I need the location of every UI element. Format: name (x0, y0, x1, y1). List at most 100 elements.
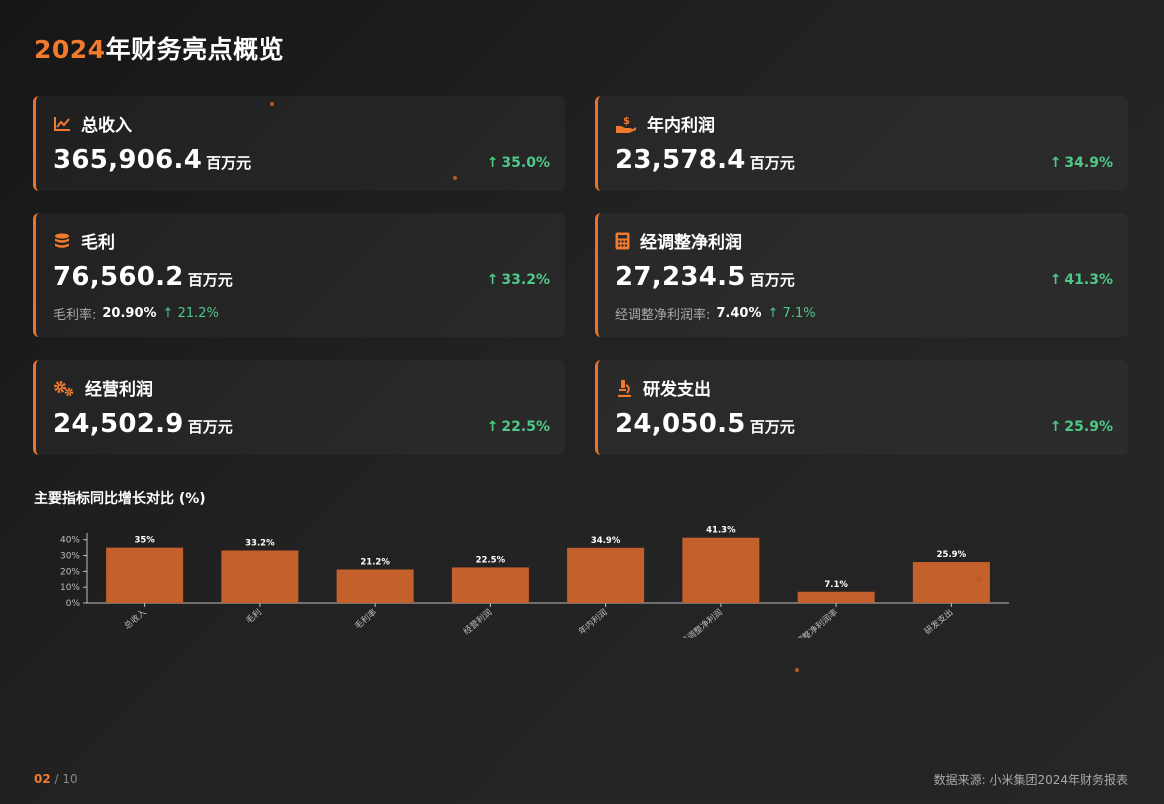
value-unit: 百万元 (187, 418, 233, 436)
title-text: 年财务亮点概览 (105, 35, 285, 64)
card-label: 研发支出 (643, 380, 711, 400)
bar-data-label: 35% (134, 536, 155, 546)
value-number: 24,502.9 (53, 409, 184, 439)
growth-indicator: ↑ 33.2% (487, 272, 550, 288)
calculator-icon (615, 232, 630, 250)
card-operating-profit: 经营利润 24,502.9 百万元 ↑ 22.5% (33, 360, 565, 455)
bar-data-label: 33.2% (245, 538, 275, 548)
page-indicator: 02 / 10 (34, 772, 78, 786)
card-gross-profit: 毛利 76,560.2 百万元 ↑ 33.2% 毛利率: 20.90% ↑ 21.… (33, 213, 565, 337)
hand-dollar-icon: $ (615, 115, 637, 133)
decorative-dot (270, 102, 274, 106)
value-number: 27,234.5 (615, 262, 746, 292)
sub-label: 经调整净利润率: (615, 308, 711, 323)
page-title: 2024年财务亮点概览 (34, 30, 284, 66)
card-value: 24,502.9 百万元 (53, 409, 233, 439)
chart-bar (451, 567, 529, 603)
sub-growth-value: 21.2% (177, 306, 219, 321)
card-annual-profit: $ 年内利润 23,578.4 百万元 ↑ 34.9% (595, 96, 1128, 191)
value-unit: 百万元 (749, 154, 795, 172)
card-subline: 毛利率: 20.90% ↑ 21.2% (53, 304, 219, 323)
value-number: 365,906.4 (53, 145, 203, 175)
growth-value: 41.3% (1064, 272, 1113, 288)
growth-indicator: ↑ 34.9% (1050, 155, 1113, 171)
bar-data-label: 41.3% (706, 526, 736, 536)
card-rd-expense: 研发支出 24,050.5 百万元 ↑ 25.9% (595, 360, 1128, 455)
card-value: 365,906.4 百万元 (53, 145, 251, 175)
arrow-up-icon: ↑ (486, 155, 499, 171)
decorative-dot (453, 176, 457, 180)
x-tick-label: 毛利 (244, 607, 264, 626)
growth-value: 35.0% (501, 155, 550, 171)
y-tick-label: 10% (60, 583, 80, 593)
value-unit: 百万元 (749, 418, 795, 436)
sub-label: 毛利率: (53, 308, 97, 323)
card-subline: 经调整净利润率: 7.40% ↑ 7.1% (615, 304, 816, 323)
arrow-up-icon: ↑ (1049, 155, 1062, 171)
card-value: 24,050.5 百万元 (615, 409, 795, 439)
card-label: 总收入 (81, 116, 132, 136)
card-value: 23,578.4 百万元 (615, 145, 795, 175)
growth-indicator: ↑ 41.3% (1050, 272, 1113, 288)
growth-value: 22.5% (501, 419, 550, 435)
chart-bar (912, 562, 990, 603)
arrow-up-icon: ↑ (1049, 419, 1062, 435)
x-tick-label: 经调整净利润率 (787, 607, 840, 638)
bar-data-label: 25.9% (937, 550, 967, 560)
decorative-dot (977, 577, 981, 581)
chart-bar (682, 537, 760, 603)
page-current: 02 (34, 772, 51, 786)
y-tick-label: 30% (60, 552, 80, 562)
card-value: 76,560.2 百万元 (53, 262, 233, 292)
coins-icon (53, 232, 71, 250)
value-unit: 百万元 (187, 271, 233, 289)
value-number: 23,578.4 (615, 145, 746, 175)
bar-data-label: 21.2% (360, 557, 390, 567)
card-total-revenue: 总收入 365,906.4 百万元 ↑ 35.0% (33, 96, 565, 191)
decorative-dot (795, 668, 799, 672)
value-unit: 百万元 (749, 271, 795, 289)
value-unit: 百万元 (206, 154, 252, 172)
card-label: 毛利 (81, 233, 115, 253)
sub-growth-value: 7.1% (782, 306, 816, 321)
data-source: 数据来源: 小米集团2024年财务报表 (933, 773, 1128, 787)
growth-indicator: ↑ 22.5% (487, 419, 550, 435)
sub-value: 20.90% (102, 306, 157, 321)
arrow-up-icon: ↑ (486, 419, 499, 435)
sub-growth: ↑ 7.1% (768, 306, 816, 321)
card-header: 经营利润 (53, 375, 153, 400)
chart-bar (797, 591, 875, 603)
value-number: 24,050.5 (615, 409, 746, 439)
bar-data-label: 34.9% (591, 536, 621, 546)
x-tick-label: 毛利率 (352, 607, 379, 632)
y-tick-label: 40% (60, 536, 80, 546)
card-label: 年内利润 (647, 116, 715, 136)
chart-bar (336, 569, 414, 603)
card-value: 27,234.5 百万元 (615, 262, 795, 292)
x-tick-label: 总收入 (122, 607, 149, 632)
growth-indicator: ↑ 25.9% (1050, 419, 1113, 435)
chart-bar (106, 547, 184, 603)
arrow-up-icon: ↑ (767, 306, 779, 321)
chart-bar (221, 550, 299, 603)
growth-value: 33.2% (501, 272, 550, 288)
svg-text:$: $ (623, 116, 630, 127)
card-header: $ 年内利润 (615, 111, 715, 136)
card-header: 毛利 (53, 228, 115, 253)
arrow-up-icon: ↑ (486, 272, 499, 288)
chart-title: 主要指标同比增长对比 (%) (34, 491, 206, 507)
growth-value: 34.9% (1064, 155, 1113, 171)
title-year: 2024 (34, 35, 106, 64)
card-header: 研发支出 (615, 375, 711, 400)
growth-bar-chart: 0% 10% 20% 30% 40% 35% 总收入 33.2% 毛利 21.2% 毛利率 22.5%… (60, 526, 1009, 638)
chart-bar (567, 547, 645, 603)
growth-value: 25.9% (1064, 419, 1113, 435)
page-total: / 10 (54, 772, 78, 786)
x-tick-label: 年内利润 (576, 607, 609, 637)
value-number: 76,560.2 (53, 262, 184, 292)
sub-growth: ↑ 21.2% (163, 306, 219, 321)
card-label: 经调整净利润 (640, 233, 742, 253)
bar-data-label: 22.5% (476, 555, 506, 565)
card-adjusted-net-profit: 经调整净利润 27,234.5 百万元 ↑ 41.3% 经调整净利润率: 7.40… (595, 213, 1128, 337)
growth-indicator: ↑ 35.0% (487, 155, 550, 171)
